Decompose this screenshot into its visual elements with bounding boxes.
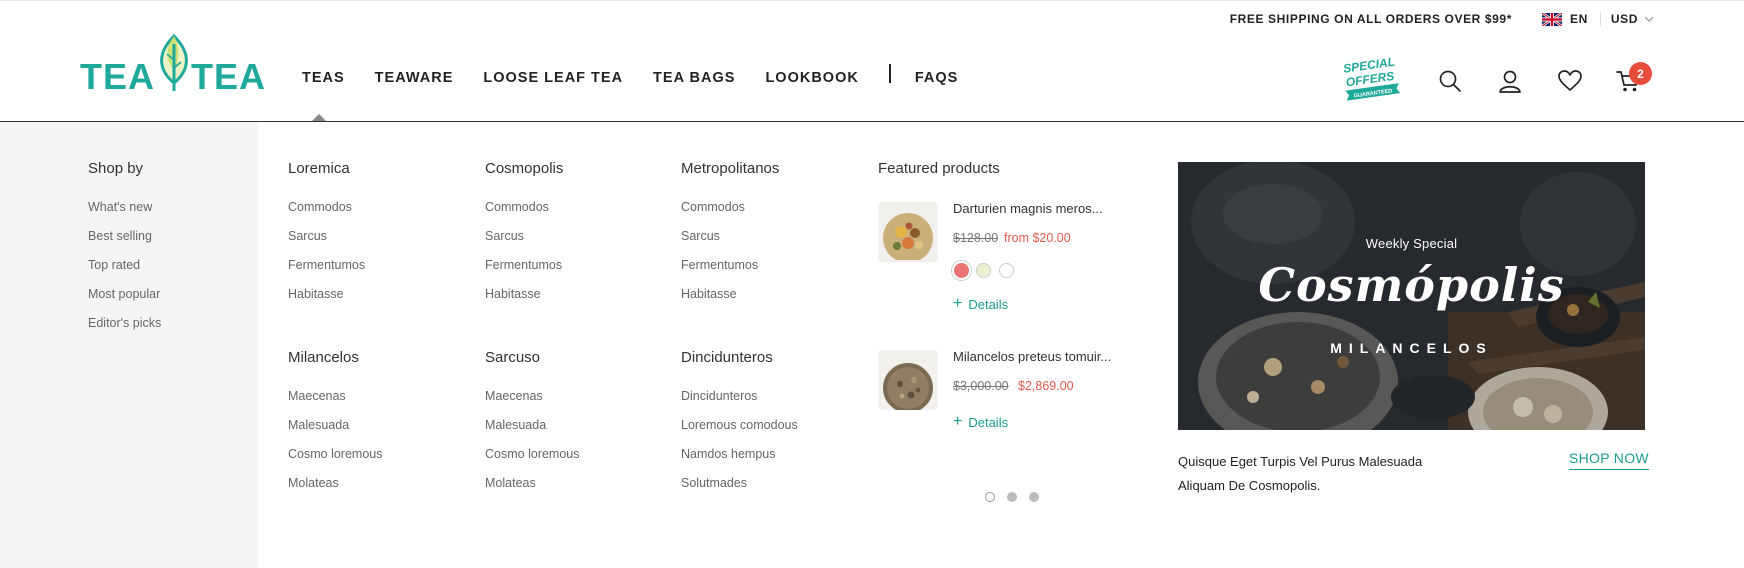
details-label: Details	[968, 414, 1009, 430]
logo-text-right: TEA	[191, 56, 266, 92]
language-selector[interactable]: EN	[1570, 12, 1588, 26]
leaf-icon	[160, 33, 188, 91]
plus-icon: +	[953, 413, 963, 430]
menu-link[interactable]: Habitasse	[681, 287, 737, 301]
menu-link[interactable]: Namdos hempus	[681, 447, 776, 461]
menu-column-title[interactable]: Cosmopolis	[485, 160, 563, 177]
product-price: from $20.00	[1004, 231, 1071, 245]
menu-column-title[interactable]: Loremica	[288, 160, 350, 177]
menu-link[interactable]: Malesuada	[485, 418, 546, 432]
nav-item-lookbook[interactable]: LOOKBOOK	[765, 70, 858, 86]
menu-link[interactable]: Habitasse	[288, 287, 344, 301]
menu-link[interactable]: Fermentumos	[681, 258, 758, 272]
nav-item-teaware[interactable]: TEAWARE	[375, 70, 454, 86]
menu-column-title[interactable]: Sarcuso	[485, 349, 540, 366]
shipping-notice: FREE SHIPPING ON ALL ORDERS OVER $99*	[1229, 12, 1512, 26]
menu-link[interactable]: Cosmo loremous	[288, 447, 382, 461]
header-divider	[0, 121, 1744, 122]
plus-icon: +	[953, 295, 963, 312]
product-name[interactable]: Darturien magnis meros...	[953, 201, 1103, 216]
top-bar: FREE SHIPPING ON ALL ORDERS OVER $99* EN…	[1230, 11, 1654, 27]
menu-link[interactable]: Commodos	[681, 200, 745, 214]
details-label: Details	[968, 296, 1009, 312]
menu-column-title[interactable]: Metropolitanos	[681, 160, 779, 177]
carousel-dot[interactable]	[1029, 492, 1039, 502]
shop-by-link-best-selling[interactable]: Best selling	[88, 229, 152, 243]
search-icon[interactable]	[1437, 68, 1463, 94]
main-nav: TEAS TEAWARE LOOSE LEAF TEA TEA BAGS LOO…	[302, 63, 988, 86]
product-old-price: $128.00	[953, 231, 999, 245]
menu-link[interactable]: Malesuada	[288, 418, 349, 432]
menu-link[interactable]: Fermentumos	[485, 258, 562, 272]
color-swatch[interactable]	[999, 263, 1014, 278]
banner-description: Quisque Eget Turpis Vel Purus Malesuada …	[1178, 454, 1423, 493]
shop-by-link-editors-picks[interactable]: Editor's picks	[88, 316, 161, 330]
special-offers-badge[interactable]: SPECIAL OFFERS GUARANTEED	[1340, 54, 1402, 104]
menu-link[interactable]: Sarcus	[485, 229, 524, 243]
currency-label: USD	[1610, 12, 1638, 26]
menu-link[interactable]: Sarcus	[288, 229, 327, 243]
menu-link[interactable]: Sarcus	[681, 229, 720, 243]
banner-subtitle: MILANCELOS	[1330, 340, 1493, 356]
menu-link[interactable]: Habitasse	[485, 287, 541, 301]
menu-link[interactable]: Loremous comodous	[681, 418, 798, 432]
cart-count-badge: 2	[1629, 62, 1652, 85]
product-name[interactable]: Milancelos preteus tomuir...	[953, 349, 1111, 364]
banner-title: Cosmópolis	[1258, 258, 1565, 312]
shop-by-title: Shop by	[88, 160, 144, 177]
mega-menu-sidebar	[0, 122, 258, 568]
menu-column-title[interactable]: Dincidunteros	[681, 349, 773, 366]
topbar-divider	[1599, 12, 1601, 26]
wishlist-heart-icon[interactable]	[1557, 68, 1583, 94]
menu-link[interactable]: Molateas	[485, 476, 536, 490]
currency-selector[interactable]: USD	[1611, 12, 1654, 26]
product-old-price: $3,000.00	[953, 379, 1009, 393]
menu-link[interactable]: Dincidunteros	[681, 389, 757, 403]
menu-link[interactable]: Maecenas	[485, 389, 543, 403]
shop-by-link-most-popular[interactable]: Most popular	[88, 287, 160, 301]
color-swatch[interactable]	[976, 263, 991, 278]
product-thumbnail[interactable]	[878, 202, 938, 262]
logo-text-left: TEA	[80, 56, 155, 92]
menu-link[interactable]: Cosmo loremous	[485, 447, 579, 461]
menu-link[interactable]: Commodos	[288, 200, 352, 214]
chevron-down-icon	[1644, 16, 1654, 22]
menu-link[interactable]: Commodos	[485, 200, 549, 214]
banner-kicker: Weekly Special	[1365, 236, 1458, 251]
nav-item-loose-leaf-tea[interactable]: LOOSE LEAF TEA	[483, 70, 623, 86]
account-icon[interactable]	[1497, 68, 1523, 94]
nav-divider	[888, 63, 891, 83]
uk-flag-icon[interactable]	[1541, 11, 1563, 27]
product-details-link[interactable]: + Details	[953, 413, 1008, 431]
site-logo[interactable]: TEA TEA	[80, 33, 272, 97]
product-details-link[interactable]: + Details	[953, 295, 1008, 313]
nav-item-tea-bags[interactable]: TEA BAGS	[653, 70, 735, 86]
menu-link[interactable]: Fermentumos	[288, 258, 365, 272]
promo-banner[interactable]: Weekly Special Cosmópolis MILANCELOS	[1178, 162, 1645, 430]
carousel-dot[interactable]	[1007, 492, 1017, 502]
nav-item-teas[interactable]: TEAS	[302, 70, 345, 86]
nav-item-faqs[interactable]: FAQS	[915, 70, 958, 86]
menu-column-title[interactable]: Milancelos	[288, 349, 359, 366]
carousel-dot-active[interactable]	[985, 492, 995, 502]
shop-by-link-whats-new[interactable]: What's new	[88, 200, 152, 214]
shop-now-link[interactable]: SHOP NOW	[1569, 450, 1649, 470]
color-swatch[interactable]	[954, 263, 969, 278]
featured-products-title: Featured products	[878, 160, 1000, 177]
menu-link[interactable]: Solutmades	[681, 476, 747, 490]
shop-by-link-top-rated[interactable]: Top rated	[88, 258, 140, 272]
product-price: $2,869.00	[1018, 379, 1074, 393]
menu-link[interactable]: Maecenas	[288, 389, 346, 403]
product-thumbnail[interactable]	[878, 350, 938, 410]
menu-link[interactable]: Molateas	[288, 476, 339, 490]
active-nav-caret	[312, 114, 326, 121]
top-border	[0, 0, 1744, 1]
